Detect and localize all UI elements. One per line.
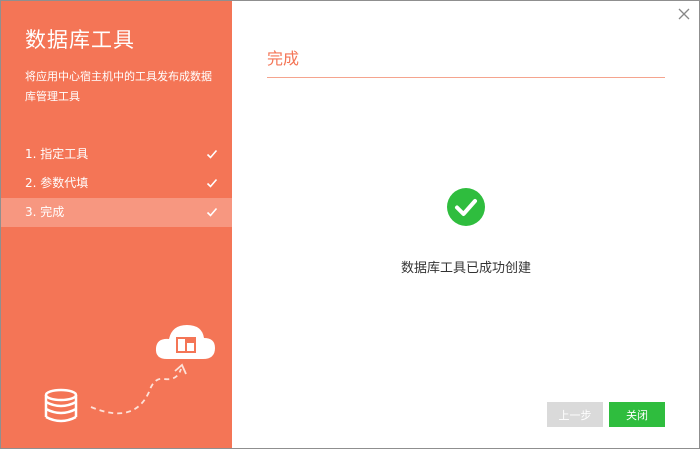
sidebar-description: 将应用中心宿主机中的工具发布成数据库管理工具 xyxy=(25,70,212,103)
previous-step-button[interactable]: 上一步 xyxy=(547,402,603,427)
check-icon xyxy=(206,149,218,159)
step-list: 1. 指定工具 2. 参数代填 3. 完成 xyxy=(1,140,232,227)
check-icon xyxy=(206,207,218,217)
check-circle-icon xyxy=(447,188,485,226)
title-divider xyxy=(267,77,665,78)
close-icon[interactable] xyxy=(678,8,690,20)
database-icon xyxy=(44,388,78,423)
step-item-complete: 3. 完成 xyxy=(1,198,232,227)
sidebar-title: 数据库工具 xyxy=(25,28,135,52)
step-label: 1. 指定工具 xyxy=(25,147,89,161)
close-button[interactable]: 关闭 xyxy=(609,402,665,427)
step-label: 3. 完成 xyxy=(25,205,65,219)
sidebar: 数据库工具 将应用中心宿主机中的工具发布成数据库管理工具 1. 指定工具 2. … xyxy=(1,1,232,448)
cloud-icon xyxy=(155,325,215,359)
step-label: 2. 参数代填 xyxy=(25,176,89,190)
dashed-arrow-path xyxy=(90,368,182,415)
dialog-window: 数据库工具 将应用中心宿主机中的工具发布成数据库管理工具 1. 指定工具 2. … xyxy=(0,0,700,449)
check-icon xyxy=(206,178,218,188)
step-item-parameter-fill: 2. 参数代填 xyxy=(1,169,232,198)
database-to-cloud-illustration xyxy=(44,325,215,423)
success-message: 数据库工具已成功创建 xyxy=(400,261,531,276)
step-item-specify-tool: 1. 指定工具 xyxy=(1,140,232,169)
page-title: 完成 xyxy=(267,49,300,68)
